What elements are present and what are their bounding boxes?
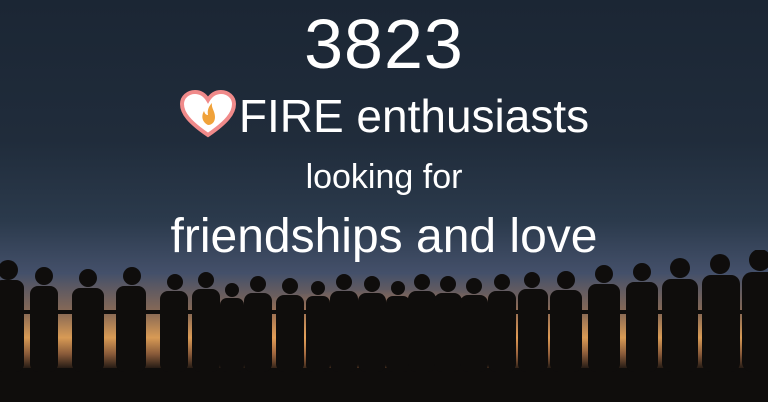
connector-text: looking for [305, 158, 463, 196]
member-count: 3823 [304, 5, 464, 83]
heart-flame-icon [179, 89, 236, 138]
people-silhouettes [0, 250, 768, 402]
audience-line: FIRE enthusiasts [0, 86, 768, 146]
banner: 3823 FIRE enthusiasts looking for friend… [0, 0, 768, 402]
audience-text: FIRE enthusiasts [238, 90, 590, 142]
goal-text: friendships and love [170, 210, 598, 263]
